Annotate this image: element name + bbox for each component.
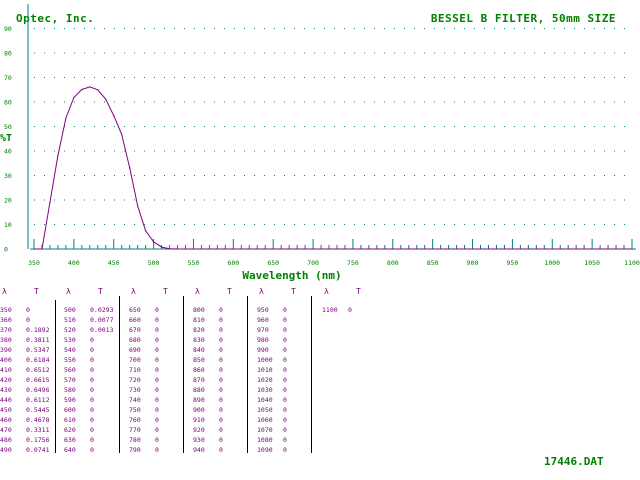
data-point-900 <box>471 248 474 250</box>
x-tick-label-850: 850 <box>427 259 439 267</box>
data-point-530 <box>176 248 179 250</box>
x-tick-label-900: 900 <box>467 259 479 267</box>
x-axis-label: Wavelength (nm) <box>242 269 341 282</box>
y-tick-label-40: 40 <box>4 148 12 156</box>
data-point-400 <box>73 96 75 99</box>
data-point-700 <box>312 248 314 250</box>
x-tick-label-350: 350 <box>28 259 40 267</box>
data-point-370 <box>49 202 51 204</box>
x-tick-label-500: 500 <box>148 259 160 267</box>
data-point-410 <box>81 88 83 91</box>
x-tick-label-1000: 1000 <box>544 259 560 267</box>
data-point-520 <box>168 248 171 250</box>
y-tick-label-70: 70 <box>4 74 12 82</box>
y-tick-label-10: 10 <box>4 221 12 229</box>
data-point-380 <box>57 155 59 157</box>
y-tick-label-90: 90 <box>4 25 12 33</box>
transmission-curve <box>34 86 632 250</box>
x-tick-label-1050: 1050 <box>584 259 600 267</box>
x-tick-label-550: 550 <box>188 259 200 267</box>
grid <box>34 28 632 225</box>
y-tick-label-20: 20 <box>4 197 12 205</box>
transmission-chart: 0 10 20 30 40 50 60 70 80 90 350 400 450 500 550 600 65… <box>0 4 640 282</box>
x-tick-label-650: 650 <box>267 259 279 267</box>
y-tick-label-50: 50 <box>4 123 12 131</box>
data-point-440 <box>105 98 107 100</box>
data-point-470 <box>129 167 131 169</box>
y-axis-label: %T <box>0 133 12 144</box>
x-tick-label-800: 800 <box>387 259 399 267</box>
data-point-540 <box>184 248 187 250</box>
data-point-420 <box>89 86 91 88</box>
y-tick-label-80: 80 <box>4 50 12 58</box>
x-tick-label-700: 700 <box>307 259 319 267</box>
data-point-460 <box>121 133 123 135</box>
y-tick-label-30: 30 <box>4 172 12 180</box>
curve-layer <box>33 86 633 250</box>
data-point-600 <box>232 248 234 250</box>
data-point-510 <box>160 246 163 248</box>
data-point-1100 <box>631 248 633 250</box>
data-point-1000 <box>551 248 553 250</box>
x-tick-label-400: 400 <box>68 259 80 267</box>
x-tick-label-1100: 1100 <box>624 259 640 267</box>
x-tick-label-950: 950 <box>507 259 519 267</box>
data-point-450 <box>113 114 115 117</box>
x-tick-label-750: 750 <box>347 259 359 267</box>
data-point-430 <box>97 89 99 91</box>
x-tick-label-600: 600 <box>227 259 239 267</box>
data-point-490 <box>145 230 147 232</box>
x-tick-label-450: 450 <box>108 259 120 267</box>
data-point-500 <box>153 241 155 243</box>
data-point-360 <box>41 248 43 250</box>
data-point-390 <box>65 117 67 119</box>
y-tick-label-0: 0 <box>4 246 8 254</box>
data-point-800 <box>392 248 394 250</box>
file-name: 17446.DAT <box>544 455 604 468</box>
y-tick-label-60: 60 <box>4 99 12 107</box>
data-point-480 <box>137 205 139 207</box>
x-tick-labels: 350 400 450 500 550 600 650 700 750 800 850 900 950 1… <box>28 259 640 267</box>
data-point-550 <box>192 248 195 250</box>
data-point-350 <box>33 248 35 250</box>
